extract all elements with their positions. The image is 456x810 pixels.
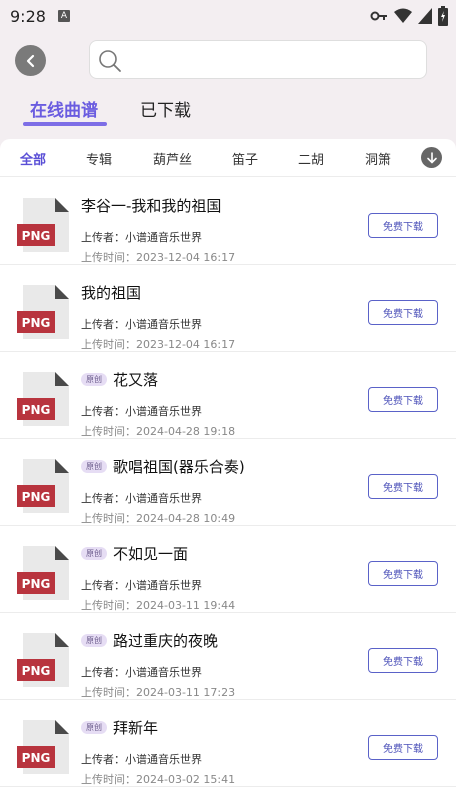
main-tabs: 在线曲谱 已下载 <box>0 96 456 130</box>
upload-time: 上传时间：2024-03-11 17:23 <box>81 686 236 699</box>
upload-time: 上传时间：2024-03-11 19:44 <box>81 599 236 612</box>
sheet-title: 歌唱祖国(器乐合奏) <box>113 458 245 476</box>
category-erhu[interactable]: 二胡 <box>298 149 324 168</box>
svg-text:PNG: PNG <box>22 664 51 678</box>
png-file-icon: PNG <box>17 546 69 600</box>
free-download-button[interactable]: 免费下载 <box>368 213 438 238</box>
original-badge: 原创 <box>81 460 107 473</box>
title-row: 原创 歌唱祖国(器乐合奏) <box>81 456 245 477</box>
tab-online[interactable]: 在线曲谱 <box>30 96 98 121</box>
title-row: 李谷一-我和我的祖国 <box>81 195 221 216</box>
search-box[interactable] <box>89 40 427 79</box>
free-download-button[interactable]: 免费下载 <box>368 474 438 499</box>
tab-indicator <box>23 122 107 126</box>
svg-text:PNG: PNG <box>22 490 51 504</box>
upload-time: 上传时间：2023-12-04 16:17 <box>81 338 236 351</box>
svg-text:PNG: PNG <box>22 751 51 765</box>
list-item[interactable]: PNG 原创 歌唱祖国(器乐合奏) 上传者：小谱通音乐世界 上传时间：2024-… <box>0 439 456 526</box>
signal-icon <box>418 8 432 24</box>
wifi-icon <box>394 8 412 23</box>
battery-icon <box>438 6 448 26</box>
svg-text:PNG: PNG <box>22 403 51 417</box>
sheet-title: 拜新年 <box>113 719 159 737</box>
uploader-text: 上传者：小谱通音乐世界 <box>81 318 202 331</box>
uploader-text: 上传者：小谱通音乐世界 <box>81 666 202 679</box>
list-item[interactable]: PNG 原创 拜新年 上传者：小谱通音乐世界 上传时间：2024-03-02 1… <box>0 700 456 787</box>
sheet-title: 我的祖国 <box>81 284 142 302</box>
uploader-text: 上传者：小谱通音乐世界 <box>81 405 202 418</box>
category-all[interactable]: 全部 <box>20 149 46 168</box>
title-row: 原创 拜新年 <box>81 717 158 738</box>
upload-time: 上传时间：2023-12-04 16:17 <box>81 251 236 264</box>
search-icon <box>99 50 121 72</box>
upload-time: 上传时间：2024-04-28 19:18 <box>81 425 236 438</box>
category-dizi[interactable]: 笛子 <box>232 149 258 168</box>
png-file-icon: PNG <box>17 198 69 252</box>
sheet-title: 不如见一面 <box>113 545 189 563</box>
status-bar: 9:28 A <box>0 0 456 32</box>
category-album[interactable]: 专辑 <box>86 149 112 168</box>
list-item[interactable]: PNG 原创 不如见一面 上传者：小谱通音乐世界 上传时间：2024-03-11… <box>0 526 456 613</box>
png-file-icon: PNG <box>17 285 69 339</box>
sheet-title: 李谷一-我和我的祖国 <box>81 197 222 215</box>
category-hulusi[interactable]: 葫芦丝 <box>153 149 192 168</box>
free-download-button[interactable]: 免费下载 <box>368 735 438 760</box>
search-input[interactable] <box>130 47 415 73</box>
png-file-icon: PNG <box>17 720 69 774</box>
png-file-icon: PNG <box>17 633 69 687</box>
list-item[interactable]: PNG 李谷一-我和我的祖国 上传者：小谱通音乐世界 上传时间：2023-12-… <box>0 178 456 265</box>
sheet-title: 花又落 <box>113 371 159 389</box>
png-file-icon: PNG <box>17 372 69 426</box>
png-file-icon: PNG <box>17 459 69 513</box>
free-download-button[interactable]: 免费下载 <box>368 300 438 325</box>
free-download-button[interactable]: 免费下载 <box>368 561 438 586</box>
category-bar: 全部 专辑 葫芦丝 笛子 二胡 洞箫 <box>0 139 456 177</box>
tab-downloaded[interactable]: 已下载 <box>140 96 191 121</box>
arrow-down-icon <box>426 151 437 164</box>
original-badge: 原创 <box>81 634 107 647</box>
title-row: 原创 花又落 <box>81 369 158 390</box>
uploader-text: 上传者：小谱通音乐世界 <box>81 753 202 766</box>
uploader-text: 上传者：小谱通音乐世界 <box>81 231 202 244</box>
status-icons <box>370 6 448 26</box>
title-row: 我的祖国 <box>81 282 141 303</box>
chevron-left-icon <box>26 54 34 67</box>
sheet-list: PNG 李谷一-我和我的祖国 上传者：小谱通音乐世界 上传时间：2023-12-… <box>0 178 456 787</box>
original-badge: 原创 <box>81 721 107 734</box>
svg-text:PNG: PNG <box>22 229 51 243</box>
svg-text:PNG: PNG <box>22 577 51 591</box>
upload-time: 上传时间：2024-04-28 10:49 <box>81 512 236 525</box>
free-download-button[interactable]: 免费下载 <box>368 648 438 673</box>
content-panel: 全部 专辑 葫芦丝 笛子 二胡 洞箫 PNG 李谷一-我和我的祖国 上传者：小谱… <box>0 139 456 810</box>
uploader-text: 上传者：小谱通音乐世界 <box>81 579 202 592</box>
original-badge: 原创 <box>81 373 107 386</box>
svg-text:PNG: PNG <box>22 316 51 330</box>
notification-icon: A <box>57 10 70 22</box>
list-item[interactable]: PNG 原创 路过重庆的夜晚 上传者：小谱通音乐世界 上传时间：2024-03-… <box>0 613 456 700</box>
back-button[interactable] <box>15 45 46 76</box>
category-expand-button[interactable] <box>421 147 442 168</box>
title-row: 原创 不如见一面 <box>81 543 188 564</box>
original-badge: 原创 <box>81 547 107 560</box>
status-time: 9:28 <box>10 6 46 26</box>
title-row: 原创 路过重庆的夜晚 <box>81 630 218 651</box>
list-item[interactable]: PNG 我的祖国 上传者：小谱通音乐世界 上传时间：2023-12-04 16:… <box>0 265 456 352</box>
uploader-text: 上传者：小谱通音乐世界 <box>81 492 202 505</box>
free-download-button[interactable]: 免费下载 <box>368 387 438 412</box>
sheet-title: 路过重庆的夜晚 <box>113 632 219 650</box>
key-icon <box>370 11 387 21</box>
category-dongxiao[interactable]: 洞箫 <box>365 149 391 168</box>
upload-time: 上传时间：2024-03-02 15:41 <box>81 773 236 786</box>
list-item[interactable]: PNG 原创 花又落 上传者：小谱通音乐世界 上传时间：2024-04-28 1… <box>0 352 456 439</box>
